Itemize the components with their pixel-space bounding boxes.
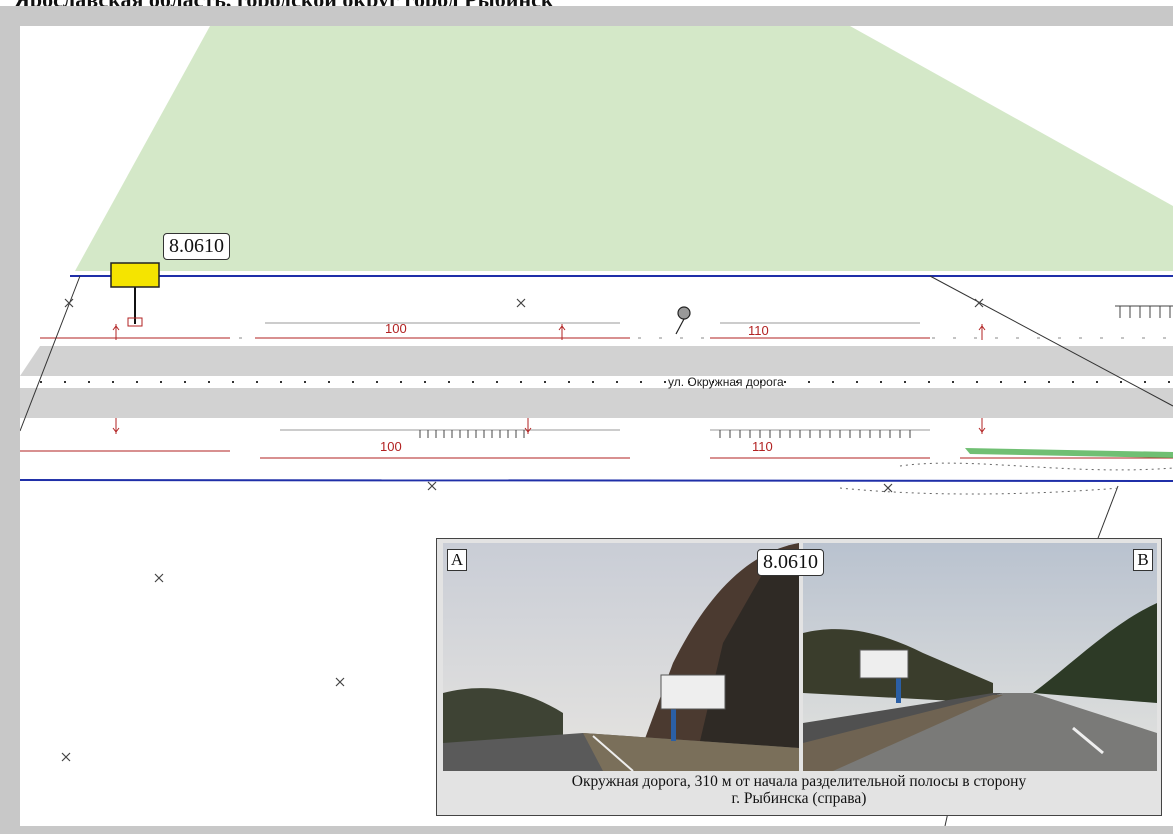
photo-b-letter: B <box>1133 549 1153 571</box>
photo-a-letter: A <box>447 549 467 571</box>
view-cone <box>75 26 1173 271</box>
billboard-code-label: 8.0610 <box>163 233 230 260</box>
photo-caption: Окружная дорога, 310 м от начала раздели… <box>443 773 1155 811</box>
caption-line-2: г. Рыбинска (справа) <box>731 790 867 807</box>
photo-b[interactable]: B <box>803 543 1157 771</box>
distance-label: 110 <box>748 323 769 338</box>
caption-line-1: Окружная дорога, 310 м от начала раздели… <box>571 773 1027 790</box>
green-strip <box>965 448 1173 458</box>
road-band-upper <box>20 346 1173 376</box>
distance-label: 110 <box>752 439 773 454</box>
lamp-post-icon <box>675 306 691 335</box>
tree-line <box>899 462 1173 471</box>
photo-panel: A B 8.0610 Окружная дорога, 310 м от нач… <box>436 538 1162 816</box>
road-band-lower <box>20 388 1173 418</box>
photo-code-label: 8.0610 <box>757 549 824 576</box>
billboard-marker <box>110 262 160 288</box>
side-road-line <box>929 275 1173 407</box>
street-label: ул. Окружная дорога <box>668 375 784 389</box>
distance-label: 100 <box>385 321 407 336</box>
photo-a[interactable]: A <box>443 543 799 771</box>
tree-line <box>839 487 1121 495</box>
pointer-line <box>1094 485 1119 547</box>
distance-label: 100 <box>380 439 402 454</box>
road-edge-bottom <box>20 479 1173 482</box>
